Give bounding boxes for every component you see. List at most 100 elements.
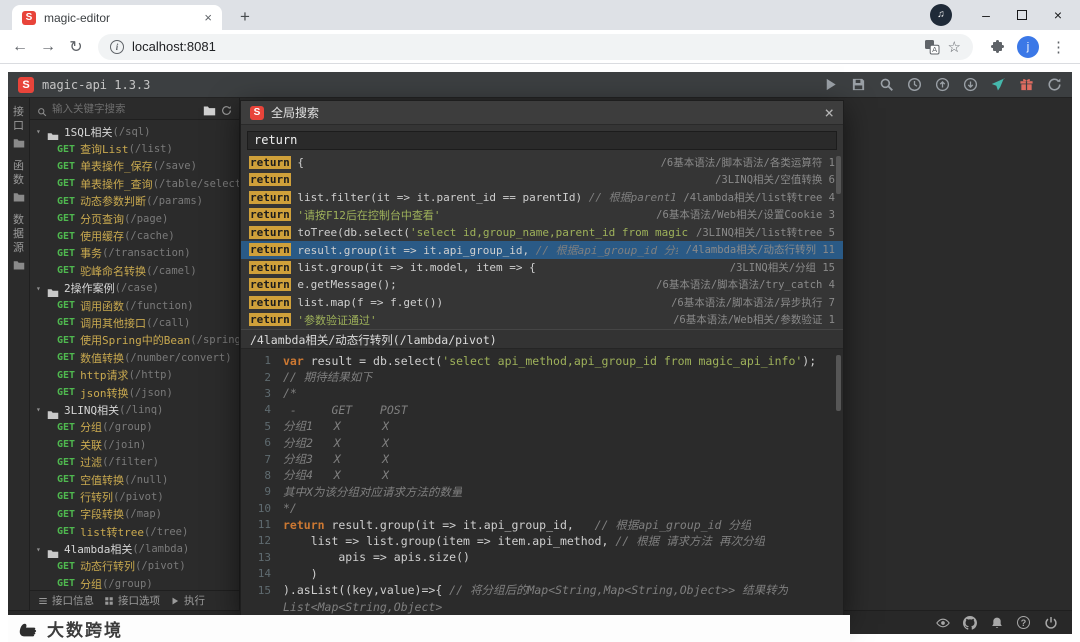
tree-api-row[interactable]: GET 单表操作_查询 (/table/select [30,175,239,192]
api-path: (/number/convert) [124,351,232,364]
translate-icon[interactable]: A [924,39,940,55]
power-icon[interactable] [1044,616,1058,630]
run-icon[interactable] [823,77,838,92]
match-keyword: return [249,173,291,187]
tree-api-row[interactable]: GET 分页查询 (/page) [30,210,239,227]
back-button[interactable]: ← [6,33,34,61]
search-result-row[interactable]: return e.getMessage(); /6基本语法/脚本语法/try_ca… [241,276,843,294]
app-logo-icon: S [18,76,34,93]
code-text: /* [283,386,297,400]
tree-folder-row[interactable]: ▾ 1SQL相关 (/sql) [30,123,239,141]
extensions-puzzle-icon[interactable] [989,39,1005,55]
profile-avatar[interactable]: j [1017,35,1039,58]
tree-folder-row[interactable]: ▾ 4lambda相关 (/lambda) [30,540,239,558]
tree-api-row[interactable]: GET 动态参数判断 (/params) [30,193,239,210]
tree-api-row[interactable]: GET list转tree (/tree) [30,523,239,540]
close-button[interactable]: × [1040,0,1076,30]
search-result-row[interactable]: return toTree(db.select('select id,group… [241,224,843,242]
result-code: '请按F12后在控制台中查看' [291,207,648,223]
tree-api-row[interactable]: GET json转换 (/json) [30,384,239,401]
send-icon[interactable] [991,77,1006,92]
match-keyword: return [249,260,291,274]
global-search-input[interactable] [247,130,837,150]
menu-kebab-icon[interactable]: ⋮ [1051,38,1066,56]
panel-tab-1[interactable]: 接口 [13,106,25,148]
panel-tab-3[interactable]: 数据源 [13,214,25,270]
save-icon[interactable] [851,77,866,92]
new-tab-button[interactable]: + [234,6,256,28]
dialog-close-icon[interactable]: × [824,104,834,121]
api-label: 调用其他接口 [80,316,147,330]
bookmark-star-icon[interactable]: ☆ [948,38,961,56]
code-scrollbar[interactable] [836,354,841,411]
tree-api-row[interactable]: GET 动态行转列 (/pivot) [30,558,239,575]
gift-icon[interactable] [1019,77,1034,92]
github-icon[interactable] [963,615,977,630]
tree-api-row[interactable]: GET 行转列 (/pivot) [30,488,239,505]
search-result-row[interactable]: return/3LINQ相关/空值转换 6 [241,171,843,189]
refresh-icon[interactable] [1047,77,1062,92]
tree-api-row[interactable]: GET 分组 (/group) [30,419,239,436]
forward-button[interactable]: → [34,33,62,61]
tree-api-row[interactable]: GET 调用函数 (/function) [30,297,239,314]
method-badge: GET [57,213,76,225]
reload-button[interactable]: ↻ [62,33,90,61]
code-preview[interactable]: 1 var result = db.select('select api_meth… [241,348,843,615]
sidebar-footer-run[interactable]: 执行 [170,593,205,608]
code-line: 1 var result = db.select('select api_meth… [241,353,843,369]
tree-api-row[interactable]: GET 驼峰命名转换 (/camel) [30,262,239,279]
search-icon[interactable] [879,77,894,92]
tree-api-row[interactable]: GET 数值转换 (/number/convert) [30,349,239,366]
search-result-row[interactable]: return list.filter(it => it.parent_id ==… [241,189,843,207]
browser-tab[interactable]: S magic-editor × [12,5,222,30]
search-result-row[interactable]: return list.group(it => it.model, item =… [241,259,843,277]
search-input-row [241,125,843,154]
tree-api-row[interactable]: GET 使用缓存 (/cache) [30,227,239,244]
url-text[interactable]: localhost:8081 [132,39,916,54]
tree-api-row[interactable]: GET 字段转换 (/map) [30,506,239,523]
minimize-button[interactable]: – [968,0,1004,30]
tree-api-row[interactable]: GET 查询List (/list) [30,140,239,157]
tree-api-row[interactable]: GET 分组 (/group) [30,575,239,590]
tab-close-icon[interactable]: × [204,10,212,25]
maximize-button[interactable] [1004,0,1040,30]
tree-folder-row[interactable]: ▾ 3LINQ相关 (/linq) [30,401,239,419]
match-keyword: return [249,313,291,327]
upload-icon[interactable] [935,77,950,92]
api-label: 驼峰命名转换 [80,264,147,278]
tree-api-row[interactable]: GET 过滤 (/filter) [30,453,239,470]
search-result-row[interactable]: return '请按F12后在控制台中查看' /6基本语法/Web相关/设置Coo… [241,206,843,224]
panel-tab-2[interactable]: 函数 [13,160,25,202]
tree-api-row[interactable]: GET 调用其他接口 (/call) [30,314,239,331]
eye-icon[interactable] [936,616,950,630]
dialog-header[interactable]: S 全局搜索 × [241,101,843,125]
tree-api-row[interactable]: GET 事务 (/transaction) [30,245,239,262]
method-badge: GET [57,578,76,590]
tree-api-row[interactable]: GET http请求 (/http) [30,366,239,383]
site-info-icon[interactable]: i [110,39,124,54]
search-result-row[interactable]: return result.group(it => it.api_group_i… [241,241,843,259]
media-controls-button[interactable]: ♫ [930,4,952,26]
history-icon[interactable] [907,77,922,92]
help-icon[interactable]: ? [1017,615,1031,630]
search-result-row[interactable]: return list.map(f => f.get()) /6基本语法/脚本语法… [241,294,843,312]
sidebar-footer-api-options[interactable]: 接口选项 [104,593,160,608]
results-scrollbar[interactable] [836,155,841,194]
search-result-row[interactable]: return {/6基本语法/脚本语法/各类运算符 1 [241,154,843,172]
tree-folder-row[interactable]: ▾ 2操作案例 (/case) [30,280,239,297]
tree-api-row[interactable]: GET 单表操作_保存 (/save) [30,158,239,175]
api-path: (/table/select [152,177,239,190]
download-icon[interactable] [963,77,978,92]
line-number: 11 [257,518,271,532]
address-bar[interactable]: i localhost:8081 A ☆ [98,33,973,60]
result-code: '参数验证通过' [291,312,665,328]
sidebar-footer-api-info[interactable]: 接口信息 [38,593,94,608]
search-result-row[interactable]: return '参数验证通过' /6基本语法/Web相关/参数验证 1 [241,311,843,329]
new-group-folder-icon[interactable] [203,103,216,116]
refresh-tree-icon[interactable] [221,103,232,115]
sidebar-search-input[interactable]: 输入关键字搜索 [52,101,198,116]
tree-api-row[interactable]: GET 关联 (/join) [30,436,239,453]
bell-icon[interactable] [990,616,1004,630]
tree-api-row[interactable]: GET 使用Spring中的Bean (/spring [30,332,239,349]
tree-api-row[interactable]: GET 空值转换 (/null) [30,471,239,488]
